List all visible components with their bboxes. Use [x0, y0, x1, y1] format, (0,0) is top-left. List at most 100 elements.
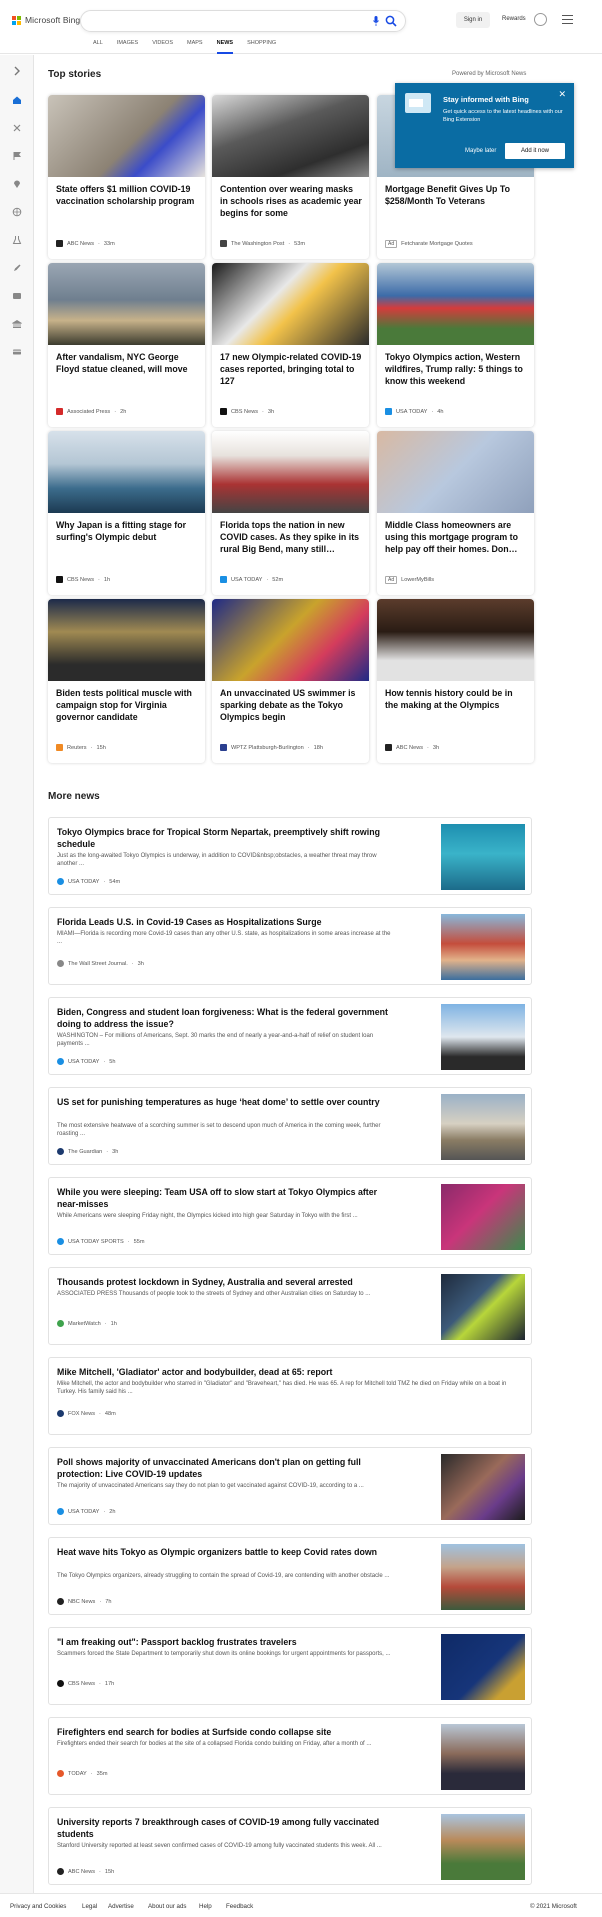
story-image[interactable]	[212, 95, 369, 177]
story-card[interactable]: State offers $1 million COVID-19 vaccina…	[48, 95, 205, 259]
rewards-link[interactable]: Rewards	[502, 16, 526, 22]
news-item[interactable]: Mike Mitchell, 'Gladiator' actor and bod…	[48, 1357, 532, 1435]
card-icon[interactable]	[11, 346, 23, 358]
news-item[interactable]: Heat wave hits Tokyo as Olympic organize…	[48, 1537, 532, 1615]
news-title[interactable]: Biden, Congress and student loan forgive…	[57, 1006, 392, 1030]
news-title[interactable]: Thousands protest lockdown in Sydney, Au…	[57, 1276, 392, 1288]
story-image[interactable]	[377, 431, 534, 513]
tab-shopping[interactable]: SHOPPING	[240, 40, 283, 54]
close-icon[interactable]: ✕	[558, 90, 566, 99]
tab-images[interactable]: IMAGES	[110, 40, 145, 54]
news-image[interactable]	[441, 914, 525, 980]
footer-link[interactable]: About our ads	[148, 1903, 187, 1910]
news-item[interactable]: US set for punishing temperatures as hug…	[48, 1087, 532, 1165]
globe-icon[interactable]	[11, 206, 23, 218]
news-image[interactable]	[441, 824, 525, 890]
story-image[interactable]	[48, 599, 205, 681]
news-image[interactable]	[441, 1544, 525, 1610]
story-card[interactable]: Florida tops the nation in new COVID cas…	[212, 431, 369, 595]
footer-link[interactable]: Legal	[82, 1903, 97, 1910]
news-title[interactable]: "I am freaking out": Passport backlog fr…	[57, 1636, 392, 1648]
story-image[interactable]	[212, 599, 369, 681]
story-card[interactable]: An unvaccinated US swimmer is sparking d…	[212, 599, 369, 763]
story-title[interactable]: How tennis history could be in the makin…	[385, 687, 527, 711]
story-image[interactable]	[48, 263, 205, 345]
location-icon[interactable]	[11, 178, 23, 190]
story-title[interactable]: Middle Class homeowners are using this m…	[385, 519, 527, 555]
story-title[interactable]: Florida tops the nation in new COVID cas…	[220, 519, 362, 555]
story-title[interactable]: Why Japan is a fitting stage for surfing…	[56, 519, 198, 543]
maybe-later-button[interactable]: Maybe later	[465, 148, 496, 154]
story-title[interactable]: An unvaccinated US swimmer is sparking d…	[220, 687, 362, 723]
bing-logo[interactable]: Microsoft Bing	[12, 15, 80, 25]
story-card[interactable]: After vandalism, NYC George Floyd statue…	[48, 263, 205, 427]
news-title[interactable]: Heat wave hits Tokyo as Olympic organize…	[57, 1546, 392, 1558]
science-icon[interactable]	[11, 234, 23, 246]
story-title[interactable]: State offers $1 million COVID-19 vaccina…	[56, 183, 198, 207]
hamburger-menu-icon[interactable]	[562, 15, 573, 24]
story-title[interactable]: Biden tests political muscle with campai…	[56, 687, 198, 723]
news-title[interactable]: Florida Leads U.S. in Covid-19 Cases as …	[57, 916, 392, 928]
story-title[interactable]: 17 new Olympic-related COVID-19 cases re…	[220, 351, 362, 387]
tab-videos[interactable]: VIDEOS	[145, 40, 180, 54]
search-input[interactable]	[80, 10, 406, 32]
story-title[interactable]: Contention over wearing masks in schools…	[220, 183, 362, 219]
microphone-icon[interactable]	[373, 16, 379, 26]
footer-link[interactable]: Help	[199, 1903, 212, 1910]
news-image[interactable]	[441, 1004, 525, 1070]
story-title[interactable]: Tokyo Olympics action, Western wildfires…	[385, 351, 527, 387]
bank-icon[interactable]	[11, 318, 23, 330]
news-item[interactable]: University reports 7 breakthrough cases …	[48, 1807, 532, 1885]
story-image[interactable]	[377, 263, 534, 345]
story-card[interactable]: Biden tests political muscle with campai…	[48, 599, 205, 763]
tv-icon[interactable]	[11, 290, 23, 302]
news-image[interactable]	[441, 1094, 525, 1160]
news-title[interactable]: University reports 7 breakthrough cases …	[57, 1816, 392, 1840]
footer-link[interactable]: Advertise	[108, 1903, 134, 1910]
news-title[interactable]: US set for punishing temperatures as hug…	[57, 1096, 392, 1108]
footer-link[interactable]: Privacy and Cookies	[10, 1903, 66, 1910]
news-title[interactable]: Mike Mitchell, 'Gladiator' actor and bod…	[57, 1366, 517, 1378]
news-item[interactable]: Firefighters end search for bodies at Su…	[48, 1717, 532, 1795]
tab-maps[interactable]: MAPS	[180, 40, 210, 54]
home-icon[interactable]	[11, 94, 23, 106]
story-card[interactable]: Contention over wearing masks in schools…	[212, 95, 369, 259]
news-item[interactable]: Thousands protest lockdown in Sydney, Au…	[48, 1267, 532, 1345]
search-icon[interactable]	[385, 15, 397, 27]
story-image[interactable]	[377, 599, 534, 681]
news-title[interactable]: Poll shows majority of unvaccinated Amer…	[57, 1456, 392, 1480]
story-image[interactable]	[212, 431, 369, 513]
news-image[interactable]	[441, 1814, 525, 1880]
story-title[interactable]: After vandalism, NYC George Floyd statue…	[56, 351, 198, 375]
news-image[interactable]	[441, 1724, 525, 1790]
news-image[interactable]	[441, 1274, 525, 1340]
story-card[interactable]: 17 new Olympic-related COVID-19 cases re…	[212, 263, 369, 427]
expand-arrow-icon[interactable]	[11, 65, 23, 77]
footer-link[interactable]: Feedback	[226, 1903, 253, 1910]
news-image[interactable]	[441, 1634, 525, 1700]
story-card[interactable]: Tokyo Olympics action, Western wildfires…	[377, 263, 534, 427]
signin-button[interactable]: Sign in	[456, 12, 490, 28]
news-title[interactable]: Firefighters end search for bodies at Su…	[57, 1726, 392, 1738]
story-card[interactable]: How tennis history could be in the makin…	[377, 599, 534, 763]
news-item[interactable]: Florida Leads U.S. in Covid-19 Cases as …	[48, 907, 532, 985]
news-image[interactable]	[441, 1184, 525, 1250]
news-title[interactable]: While you were sleeping: Team USA off to…	[57, 1186, 392, 1210]
tab-all[interactable]: ALL	[86, 40, 110, 54]
flag-icon[interactable]	[11, 150, 23, 162]
news-item[interactable]: While you were sleeping: Team USA off to…	[48, 1177, 532, 1255]
ad-card[interactable]: Middle Class homeowners are using this m…	[377, 431, 534, 595]
rocket-icon[interactable]	[11, 262, 23, 274]
news-item[interactable]: Tokyo Olympics brace for Tropical Storm …	[48, 817, 532, 895]
news-title[interactable]: Tokyo Olympics brace for Tropical Storm …	[57, 826, 392, 850]
sports-icon[interactable]	[11, 122, 23, 134]
story-title[interactable]: Mortgage Benefit Gives Up To $258/Month …	[385, 183, 527, 207]
story-image[interactable]	[212, 263, 369, 345]
tab-news[interactable]: NEWS	[210, 40, 241, 54]
news-item[interactable]: Poll shows majority of unvaccinated Amer…	[48, 1447, 532, 1525]
story-image[interactable]	[48, 95, 205, 177]
add-extension-button[interactable]: Add it now	[505, 143, 565, 159]
story-card[interactable]: Why Japan is a fitting stage for surfing…	[48, 431, 205, 595]
news-item[interactable]: Biden, Congress and student loan forgive…	[48, 997, 532, 1075]
story-image[interactable]	[48, 431, 205, 513]
